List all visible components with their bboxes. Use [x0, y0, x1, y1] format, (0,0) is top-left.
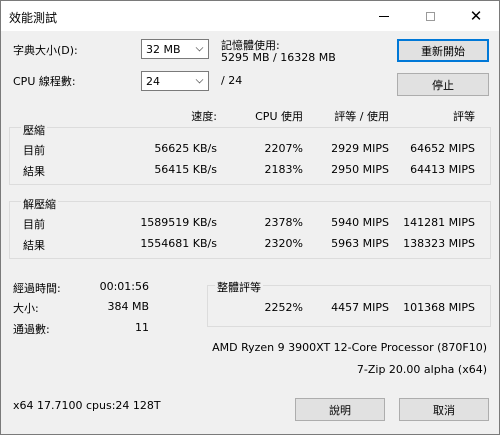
elapsed-time-label: 經過時間:: [13, 282, 61, 295]
dictionary-size-select[interactable]: 32 MB: [141, 39, 209, 59]
window-title: 效能測試: [9, 11, 58, 25]
decompress-current-rating: 141281 MIPS: [403, 216, 475, 229]
help-button[interactable]: 說明: [295, 398, 385, 421]
chevron-down-icon: [195, 43, 204, 52]
decompress-current-cpu: 2378%: [264, 216, 303, 229]
app-version: 7-Zip 20.00 alpha (x64): [356, 363, 487, 376]
compress-result-cpu: 2183%: [264, 163, 303, 176]
memory-usage-value: 5295 MB / 16328 MB: [221, 51, 336, 64]
benchmark-window: 效能測試 ✕ 字典大小(D): 32 MB 記憶體使用: 5295 MB / 1…: [0, 0, 500, 435]
restart-button-label: 重新開始: [421, 44, 465, 58]
passes-label: 通過數:: [13, 323, 50, 336]
compress-current-rating: 64652 MIPS: [410, 142, 475, 155]
cpu-threads-select[interactable]: 24: [141, 71, 209, 91]
cancel-button-label: 取消: [433, 403, 455, 417]
minimize-button[interactable]: [361, 1, 407, 31]
close-button[interactable]: ✕: [453, 1, 499, 31]
title-bar: 效能測試 ✕: [1, 1, 499, 31]
compress-current-label: 目前: [23, 144, 45, 157]
cpu-threads-total: / 24: [221, 74, 243, 87]
compress-result-rating: 64413 MIPS: [410, 163, 475, 176]
compression-label: 壓縮: [21, 122, 47, 138]
help-button-label: 說明: [329, 403, 351, 417]
decompress-current-label: 目前: [23, 218, 45, 231]
overall-rating-label: 整體評等: [215, 279, 263, 295]
compress-current-speed: 56625 KB/s: [154, 142, 217, 155]
dictionary-size-label: 字典大小(D):: [13, 44, 78, 57]
decompress-result-rating: 138323 MIPS: [403, 237, 475, 250]
decompression-group: [9, 201, 491, 259]
minimize-icon: [379, 15, 389, 17]
decompress-current-speed: 1589519 KB/s: [140, 216, 217, 229]
decompression-label: 解壓縮: [21, 196, 58, 212]
cpu-name: AMD Ryzen 9 3900XT 12-Core Processor (87…: [212, 341, 487, 354]
header-cpu-usage: CPU 使用: [255, 110, 303, 123]
header-speed: 速度:: [191, 110, 217, 123]
decompress-result-speed: 1554681 KB/s: [140, 237, 217, 250]
compress-result-label: 結果: [23, 165, 45, 178]
stop-button[interactable]: 停止: [397, 73, 489, 96]
cpu-threads-value: 24: [146, 75, 160, 88]
decompress-result-label: 結果: [23, 239, 45, 252]
size-value: 384 MB: [107, 300, 149, 313]
decompress-result-rating-usage: 5963 MIPS: [331, 237, 389, 250]
maximize-button[interactable]: [407, 1, 453, 31]
build-info: x64 17.7100 cpus:24 128T: [13, 399, 161, 412]
size-label: 大小:: [13, 302, 39, 315]
overall-cpu-usage: 2252%: [264, 301, 303, 314]
header-rating-per-usage: 評等 / 使用: [334, 110, 389, 123]
compress-current-rating-usage: 2929 MIPS: [331, 142, 389, 155]
restart-button[interactable]: 重新開始: [397, 39, 489, 62]
dictionary-size-value: 32 MB: [146, 43, 181, 56]
compress-current-cpu: 2207%: [264, 142, 303, 155]
stop-button-label: 停止: [432, 78, 454, 92]
overall-rating-usage: 4457 MIPS: [331, 301, 389, 314]
compress-result-speed: 56415 KB/s: [154, 163, 217, 176]
header-rating: 評等: [453, 110, 475, 123]
maximize-icon: [425, 11, 435, 21]
decompress-current-rating-usage: 5940 MIPS: [331, 216, 389, 229]
compress-result-rating-usage: 2950 MIPS: [331, 163, 389, 176]
overall-rating-value: 101368 MIPS: [403, 301, 475, 314]
close-icon: ✕: [469, 6, 483, 25]
chevron-down-icon: [195, 75, 204, 84]
elapsed-time-value: 00:01:56: [99, 280, 149, 293]
cpu-threads-label: CPU 線程數:: [13, 75, 76, 88]
passes-value: 11: [135, 321, 149, 334]
cancel-button[interactable]: 取消: [399, 398, 489, 421]
decompress-result-cpu: 2320%: [264, 237, 303, 250]
compression-group: [9, 127, 491, 185]
